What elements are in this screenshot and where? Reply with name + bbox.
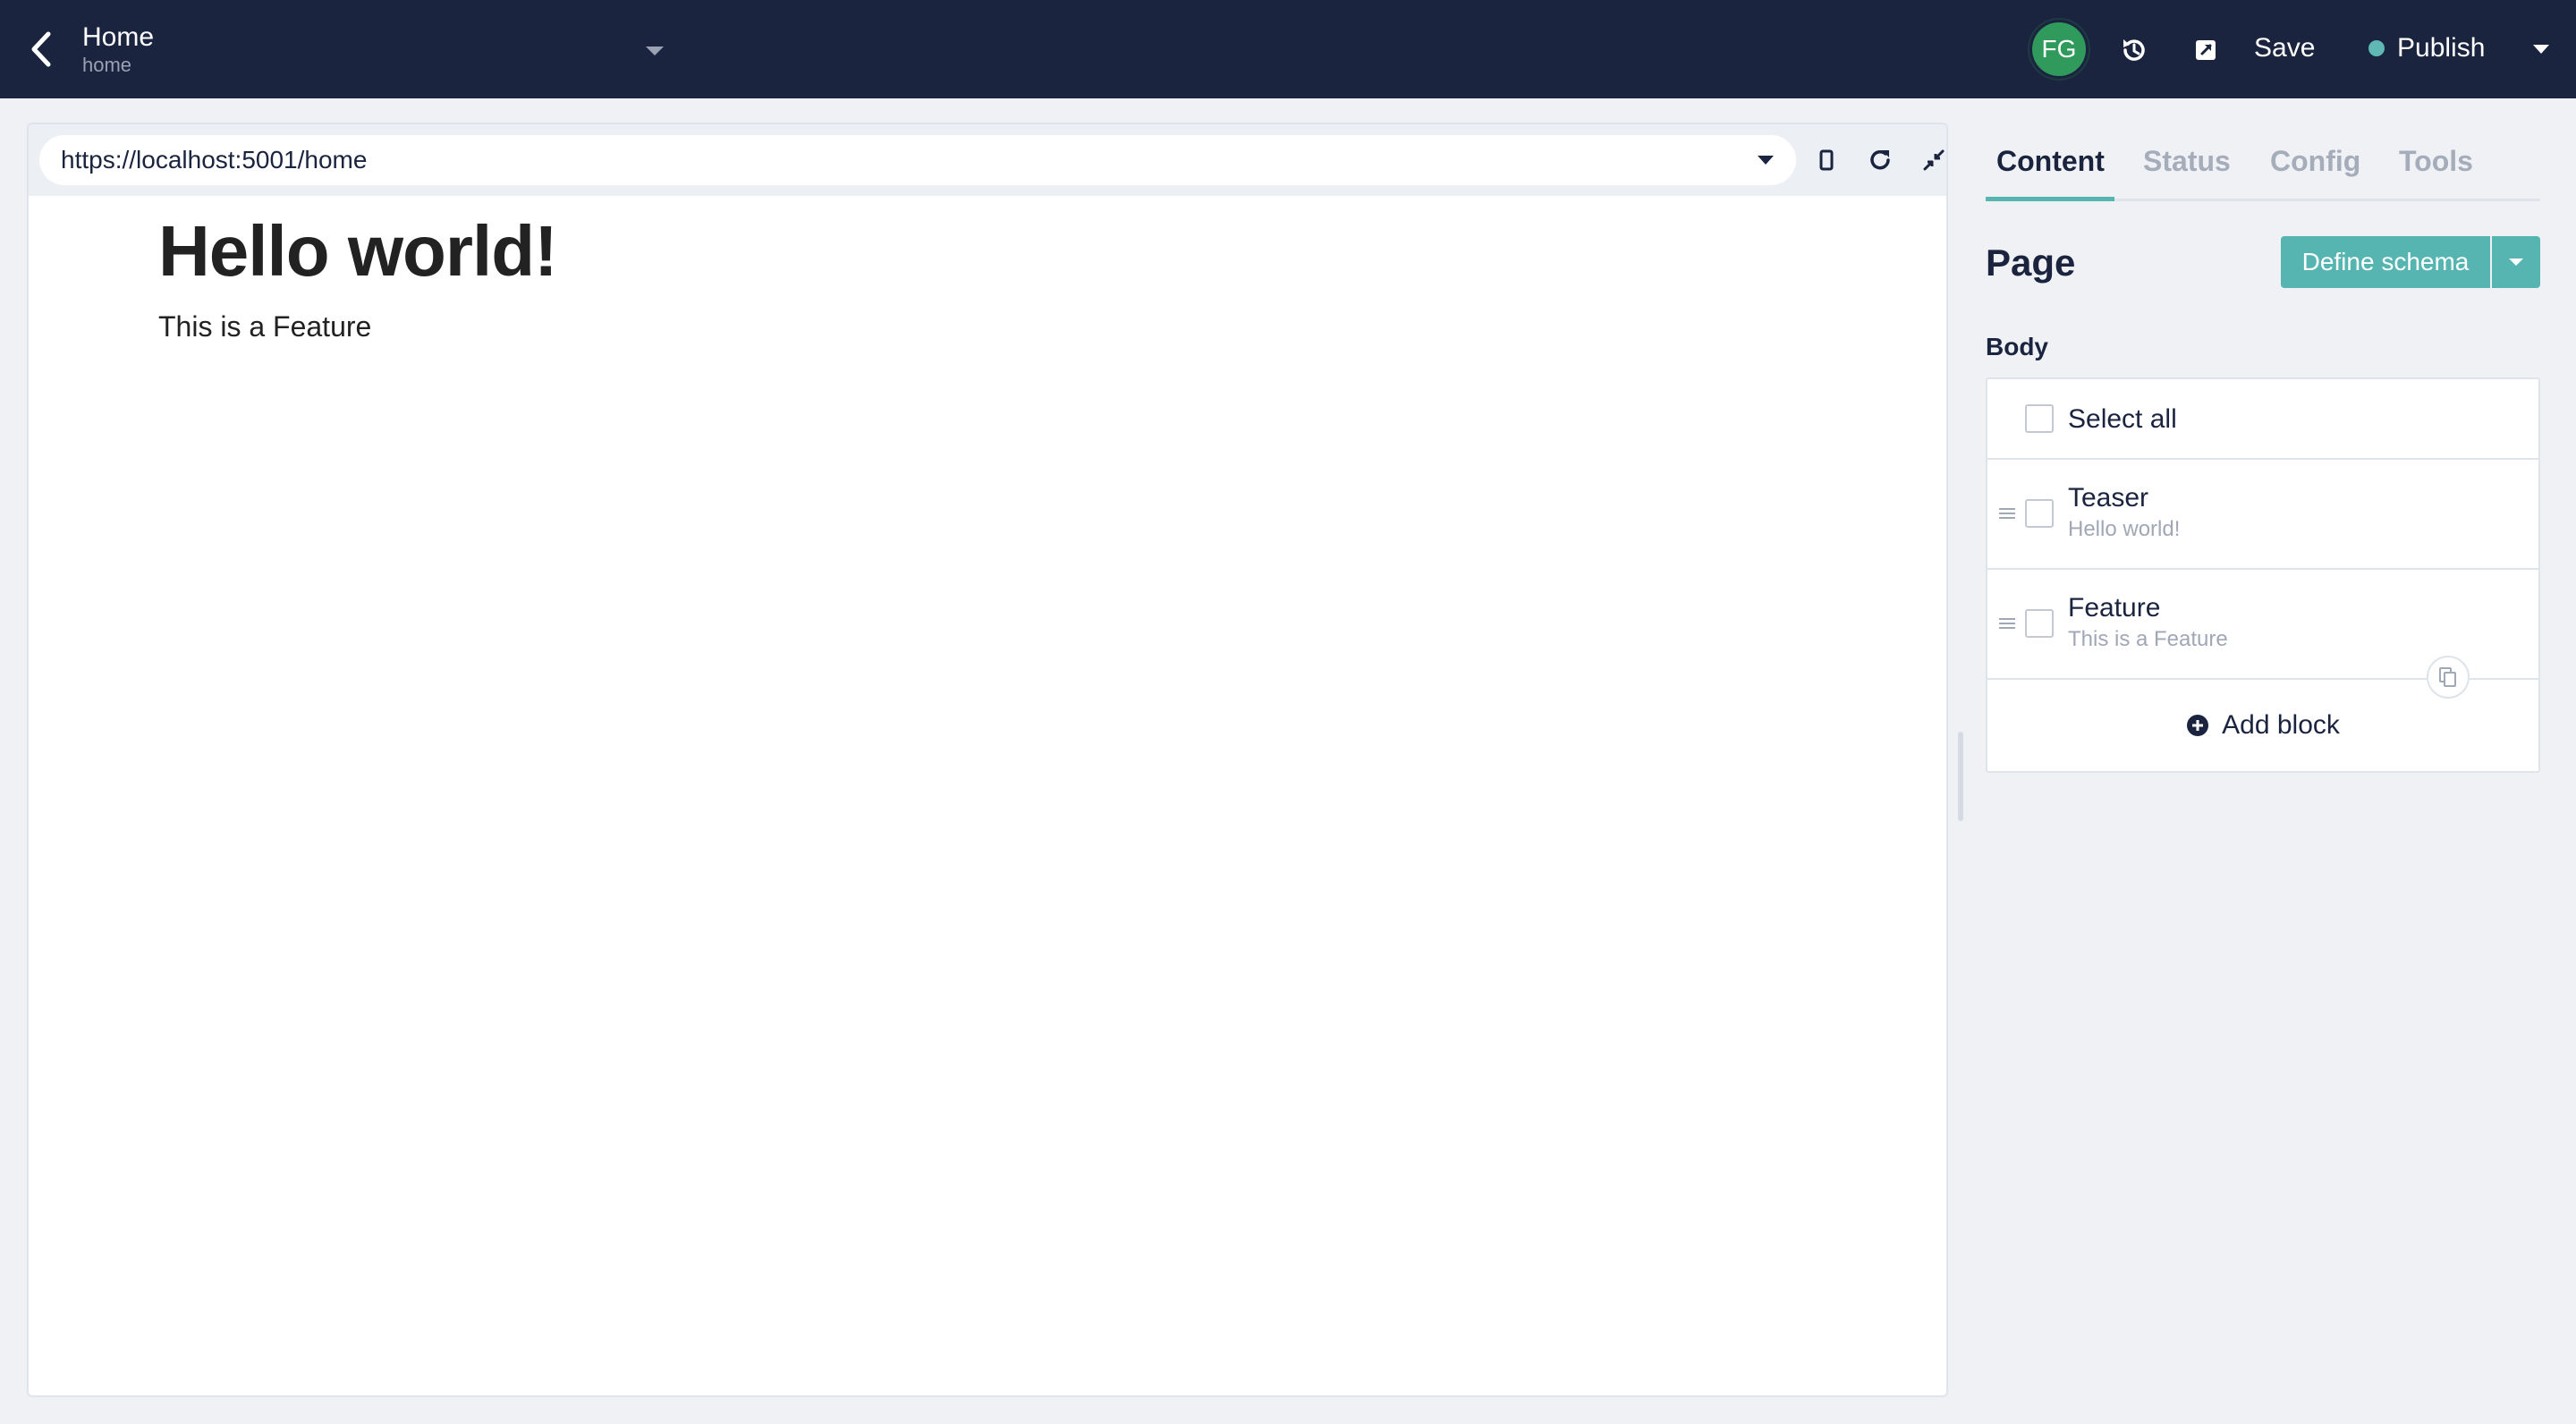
history-button[interactable] (2116, 32, 2152, 68)
save-button[interactable]: Save (2254, 29, 2315, 68)
drag-handle-icon[interactable] (1998, 616, 2016, 631)
preview-feature-text[interactable]: This is a Feature (158, 309, 557, 344)
block-preview-text: This is a Feature (2068, 627, 2228, 651)
block-preview-text: Hello world! (2068, 517, 2181, 541)
block-checkbox[interactable] (2025, 609, 2054, 638)
collapse-preview-button[interactable] (1916, 142, 1946, 178)
story-title: Home (82, 22, 155, 52)
preview-page-content: Hello world! This is a Feature (158, 196, 558, 344)
story-slug: home (82, 54, 132, 76)
chevron-left-icon (31, 31, 51, 67)
preview-toolbar: https://localhost:5001/home (29, 124, 1946, 196)
body-block-list: Select all Teaser Hello world! Feature T… (1986, 377, 2540, 773)
block-type-label: Feature (2068, 593, 2161, 623)
preview-heading[interactable]: Hello world! (158, 207, 558, 296)
drag-handle-icon[interactable] (1998, 506, 2016, 521)
mobile-icon (1819, 149, 1834, 171)
paste-block-button[interactable] (2427, 656, 2470, 699)
publish-menu-button[interactable] (2531, 43, 2551, 60)
select-all-checkbox[interactable] (2025, 404, 2054, 433)
preview-url-input[interactable]: https://localhost:5001/home (39, 135, 1796, 185)
select-all-row[interactable]: Select all (1987, 379, 2538, 460)
caret-down-icon (2509, 259, 2523, 266)
open-external-icon (2196, 40, 2216, 60)
mobile-view-button[interactable] (1809, 142, 1844, 178)
active-tab-indicator (1986, 197, 2114, 201)
plus-circle-icon (2187, 715, 2209, 736)
preview-url: https://localhost:5001/home (61, 146, 368, 174)
caret-down-icon (646, 47, 664, 55)
add-block-label: Add block (2222, 710, 2340, 740)
caret-down-icon (2533, 45, 2549, 54)
reload-preview-button[interactable] (1862, 142, 1898, 178)
select-all-label: Select all (2068, 404, 2177, 434)
schema-menu-button[interactable] (2492, 236, 2540, 288)
block-checkbox[interactable] (2025, 499, 2054, 528)
story-menu-button[interactable] (644, 45, 665, 62)
tab-status[interactable]: Status (2143, 145, 2231, 178)
editor-tabs: Content Status Config Tools (1986, 125, 2540, 201)
open-external-button[interactable] (2188, 32, 2224, 68)
refresh-icon (1870, 149, 1890, 170)
top-bar: Home home FG Save Publish (0, 0, 2576, 98)
tab-config[interactable]: Config (2270, 145, 2360, 178)
body-field-label: Body (1986, 333, 2048, 360)
publish-label: Publish (2397, 33, 2486, 63)
story-title-block: Home home (82, 21, 154, 77)
panel-resize-handle[interactable] (1958, 732, 1963, 821)
history-icon (2123, 39, 2145, 61)
tab-tools[interactable]: Tools (2399, 145, 2473, 178)
copy-icon (2439, 667, 2456, 687)
collapse-icon (1923, 149, 1945, 171)
avatar[interactable]: FG (2032, 22, 2086, 76)
tab-content[interactable]: Content (1996, 145, 2105, 178)
define-schema-button[interactable]: Define schema (2281, 236, 2490, 288)
block-type-label: Teaser (2068, 483, 2149, 513)
back-button[interactable] (23, 27, 59, 72)
publish-status-dot (2368, 40, 2385, 56)
visual-preview: https://localhost:5001/home Hello world!… (27, 123, 1948, 1397)
list-item[interactable]: Teaser Hello world! (1987, 460, 2538, 570)
caret-down-icon[interactable] (1757, 155, 1775, 165)
publish-button[interactable]: Publish (2368, 29, 2485, 68)
content-type-heading: Page (1986, 242, 2076, 284)
